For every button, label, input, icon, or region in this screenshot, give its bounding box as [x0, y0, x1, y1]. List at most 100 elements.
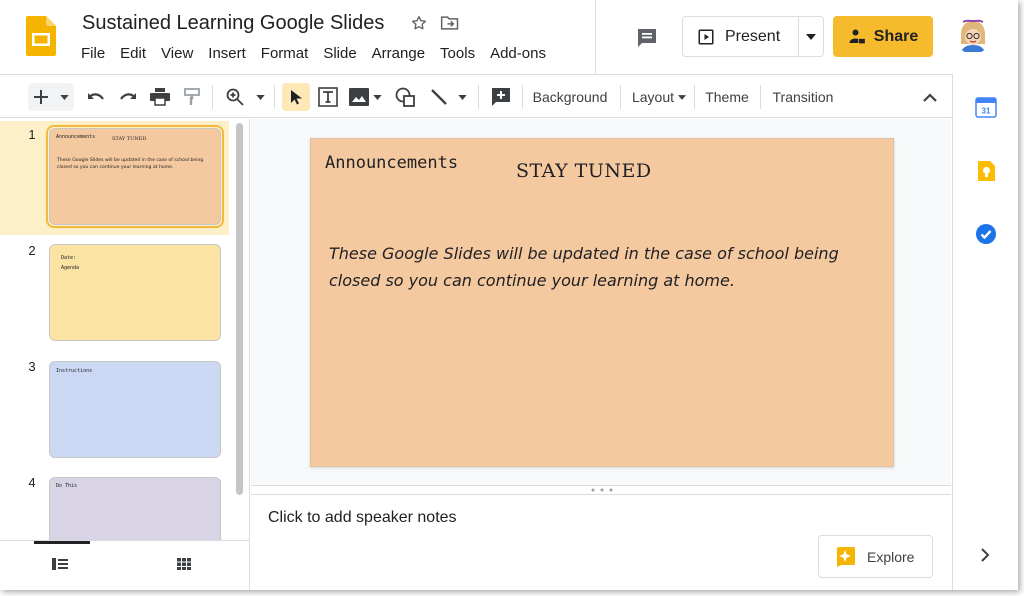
comment-history-icon[interactable]: [634, 26, 660, 50]
cursor-icon: [291, 90, 302, 105]
menu-bar: File Edit View Insert Format Slide Arran…: [81, 45, 561, 62]
zoom-button[interactable]: [222, 83, 268, 111]
menu-addons[interactable]: Add-ons: [490, 45, 554, 62]
filmstrip-scrollbar[interactable]: [236, 123, 243, 495]
tasks-icon[interactable]: [975, 223, 997, 245]
menu-view[interactable]: View: [161, 45, 201, 62]
paint-format-icon: [184, 88, 200, 105]
slide-canvas-area: Announcements STAY TUNED These Google Sl…: [251, 119, 951, 485]
undo-icon: [88, 93, 104, 100]
toolbar-divider: [760, 85, 761, 109]
move-to-folder-icon[interactable]: [440, 14, 460, 32]
grid-view-icon[interactable]: [177, 558, 191, 570]
toolbar-divider: [274, 85, 275, 109]
thumb-title: Do This: [56, 483, 78, 489]
thumb-body: These Google Slides will be updated in t…: [57, 158, 204, 170]
calendar-day: 31: [982, 107, 991, 116]
shape-icon: [395, 87, 415, 107]
drag-handle-icon: [591, 488, 613, 492]
toolbar-divider: [478, 85, 479, 109]
filmstrip-view-switcher: [0, 540, 250, 590]
transition-button[interactable]: Transition: [770, 83, 836, 111]
slide-heading[interactable]: Announcements: [325, 153, 458, 173]
thumb-title: Instructions: [56, 368, 93, 374]
image-icon: [348, 88, 369, 106]
undo-button[interactable]: [84, 83, 108, 111]
slide-body-text[interactable]: These Google Slides will be updated in t…: [329, 240, 879, 294]
star-icon[interactable]: [410, 14, 428, 32]
menu-tools[interactable]: Tools: [440, 45, 483, 62]
chevron-down-icon: [372, 94, 382, 100]
shape-button[interactable]: [392, 83, 418, 111]
slide-thumbnail-4[interactable]: Do This: [49, 477, 221, 540]
present-play-icon: [698, 29, 714, 44]
present-options-button[interactable]: [799, 17, 823, 56]
active-view-indicator: [34, 541, 90, 544]
redo-button[interactable]: [116, 83, 140, 111]
background-button[interactable]: Background: [532, 83, 608, 111]
account-avatar[interactable]: [955, 18, 991, 54]
add-comment-button[interactable]: [488, 83, 514, 111]
menu-file[interactable]: File: [81, 45, 113, 62]
text-box-button[interactable]: [316, 83, 340, 111]
text-box-icon: [318, 87, 338, 107]
explore-label: Explore: [867, 548, 915, 565]
speaker-notes[interactable]: Click to add speaker notes Explore: [251, 495, 951, 590]
insert-image-button[interactable]: [346, 83, 384, 111]
slide-thumbnail-1[interactable]: Announcements STAY TUNED These Google Sl…: [49, 128, 221, 225]
collapse-toolbar-button[interactable]: [918, 83, 942, 111]
redo-icon: [120, 93, 136, 100]
slide-number: 1: [28, 127, 36, 142]
title-actions: [410, 14, 460, 32]
speaker-notes-placeholder[interactable]: Click to add speaker notes: [268, 509, 457, 527]
chevron-up-icon: [923, 92, 937, 102]
menu-arrange[interactable]: Arrange: [372, 45, 433, 62]
chevron-down-icon: [678, 94, 687, 100]
slide-subheading[interactable]: STAY TUNED: [516, 160, 652, 182]
expand-panel-icon[interactable]: [980, 548, 990, 562]
layout-label: Layout: [631, 89, 675, 105]
slides-logo-icon[interactable]: [26, 16, 56, 56]
toolbar-divider: [694, 85, 695, 109]
header-divider: [595, 0, 596, 74]
header: Sustained Learning Google Slides File Ed…: [0, 0, 1018, 74]
thumb-extra: STAY TUNED: [112, 136, 147, 142]
calendar-icon[interactable]: 31: [975, 96, 997, 118]
filmstrip-view-icon[interactable]: [52, 558, 68, 570]
chevron-down-icon: [255, 94, 265, 100]
plus-icon: [33, 90, 48, 104]
print-button[interactable]: [148, 83, 172, 111]
add-comment-icon: [492, 88, 510, 106]
document-title[interactable]: Sustained Learning Google Slides: [82, 12, 384, 35]
keep-icon[interactable]: [975, 160, 997, 182]
slide-number: 2: [28, 243, 36, 258]
slide-canvas[interactable]: Announcements STAY TUNED These Google Sl…: [310, 138, 894, 467]
select-tool-button[interactable]: [282, 83, 310, 111]
present-button[interactable]: Present: [683, 17, 799, 56]
notes-resize-handle[interactable]: [251, 485, 951, 495]
thumb-title: Announcements: [56, 134, 96, 140]
slide-thumbnail-2[interactable]: Date: Agenda: [49, 244, 221, 341]
slide-number: 3: [28, 359, 36, 374]
side-panel: 31: [952, 74, 1018, 590]
share-button[interactable]: Share: [833, 16, 933, 57]
chevron-down-icon: [806, 33, 816, 40]
explore-icon: [837, 546, 855, 567]
explore-button[interactable]: Explore: [818, 535, 933, 578]
layout-button[interactable]: Layout: [630, 83, 688, 111]
toolbar: Background Layout Theme Transition: [0, 74, 952, 118]
line-icon: [430, 89, 447, 105]
present-button-group: Present: [682, 16, 824, 57]
paint-format-button[interactable]: [180, 83, 204, 111]
menu-edit[interactable]: Edit: [120, 45, 154, 62]
menu-slide[interactable]: Slide: [323, 45, 364, 62]
theme-button[interactable]: Theme: [704, 83, 750, 111]
slide-thumbnail-3[interactable]: Instructions: [49, 361, 221, 458]
thumb-title: Date:: [61, 255, 77, 261]
toolbar-divider: [212, 85, 213, 109]
zoom-icon: [226, 88, 244, 106]
menu-insert[interactable]: Insert: [208, 45, 254, 62]
new-slide-button[interactable]: [28, 83, 74, 111]
line-button[interactable]: [426, 83, 470, 111]
menu-format[interactable]: Format: [261, 45, 317, 62]
